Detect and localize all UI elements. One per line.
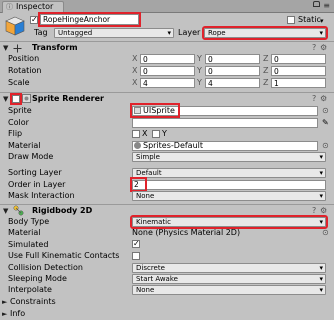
expand-triangle-icon[interactable]: ▼ [3, 94, 8, 104]
order-in-layer-label: Order in Layer [8, 180, 66, 189]
flip-y-checkbox[interactable] [152, 130, 160, 138]
settings-icon[interactable]: ⚙ [320, 206, 327, 216]
mask-interaction-label: Mask Interaction [8, 191, 75, 200]
transform-position-z-field[interactable]: 0 [271, 54, 326, 64]
sleeping-mode-label: Sleeping Mode [8, 274, 67, 283]
static-label: Static [298, 15, 321, 24]
transform-rotation-y-field[interactable]: 0 [205, 66, 260, 76]
static-checkbox[interactable] [287, 16, 295, 24]
menu-icon[interactable]: ≡ [323, 0, 330, 11]
info-foldout[interactable]: Info [10, 309, 25, 319]
rb-material-value: None (Physics Material 2D) [132, 228, 241, 237]
rigidbody-title: Rigidbody 2D [32, 206, 93, 215]
sorting-layer-label: Sorting Layer [8, 168, 62, 177]
sprite-renderer-enabled-checkbox[interactable] [10, 93, 22, 105]
sprite-asset-icon [134, 107, 141, 114]
flip-label: Flip [8, 129, 23, 138]
transform-icon [13, 44, 22, 53]
help-icon[interactable]: ? [312, 206, 316, 216]
help-icon[interactable]: ? [312, 94, 316, 104]
material-icon [134, 142, 141, 149]
rb-material-label: Material [8, 228, 41, 237]
axis-y-label: Y [197, 66, 202, 75]
axis-x-label: X [132, 54, 138, 63]
transform-position-x-field[interactable]: 0 [140, 54, 195, 64]
help-icon[interactable]: ? [312, 43, 316, 53]
static-dropdown[interactable]: ▾ [320, 16, 326, 25]
tag-dropdown[interactable]: Untagged [54, 28, 174, 38]
full-kinematic-label: Use Full Kinematic Contacts [8, 251, 120, 260]
order-in-layer-field[interactable] [132, 180, 326, 190]
axis-y-label: Y [197, 54, 202, 63]
layer-dropdown[interactable]: Rope [202, 26, 328, 40]
transform-position-y-field[interactable]: 0 [205, 54, 260, 64]
sprite-renderer-title: Sprite Renderer [32, 94, 104, 103]
axis-z-label: Z [263, 78, 269, 87]
axis-z-label: Z [263, 54, 269, 63]
settings-icon[interactable]: ⚙ [320, 94, 327, 104]
axis-z-label: Z [263, 66, 269, 75]
layer-label: Layer [178, 28, 201, 37]
collision-detection-label: Collision Detection [8, 263, 83, 272]
draw-mode-label: Draw Mode [8, 152, 54, 161]
expand-triangle-icon[interactable]: ▼ [3, 206, 8, 216]
mask-interaction-dropdown[interactable]: None [132, 191, 326, 201]
color-field[interactable] [132, 118, 318, 128]
draw-mode-dropdown[interactable]: Simple [132, 152, 326, 162]
sorting-layer-dropdown[interactable]: Default [132, 168, 326, 178]
material-value: Sprites-Default [143, 141, 204, 150]
order-in-layer-value: 2 [130, 177, 147, 192]
axis-y-label: Y [197, 78, 202, 87]
transform-rotation-z-field[interactable]: 0 [271, 66, 326, 76]
tag-label: Tag [34, 28, 48, 37]
transform-position-label: Position [8, 54, 40, 63]
sprite-value: UISprite [143, 106, 175, 115]
settings-icon[interactable]: ⚙ [320, 43, 327, 53]
interpolate-dropdown[interactable]: None [132, 285, 326, 295]
simulated-checkbox[interactable]: ✓ [132, 240, 140, 248]
info-icon: ⓘ [6, 3, 13, 11]
collision-detection-dropdown[interactable]: Discrete [132, 263, 326, 273]
active-checkbox[interactable]: ✓ [30, 16, 38, 24]
transform-rotation-label: Rotation [8, 66, 42, 75]
transform-title: Transform [32, 43, 78, 52]
material-label: Material [8, 141, 41, 150]
transform-scale-y-field[interactable]: 4 [205, 78, 260, 88]
collapsed-triangle-icon[interactable]: ► [2, 297, 7, 307]
interpolate-label: Interpolate [8, 285, 52, 294]
lock-icon[interactable] [313, 1, 320, 7]
constraints-foldout[interactable]: Constraints [10, 297, 56, 307]
transform-scale-label: Scale [8, 78, 30, 87]
rigidbody-icon [13, 205, 24, 216]
flip-x-checkbox[interactable] [132, 130, 140, 138]
sleeping-mode-dropdown[interactable]: Start Awake [132, 274, 326, 284]
gameobject-cube-icon [5, 16, 25, 36]
object-name-field[interactable]: RopeHingeAnchor [38, 12, 141, 27]
collapsed-triangle-icon[interactable]: ► [2, 309, 7, 319]
axis-x-label: X [132, 78, 138, 87]
transform-scale-z-field[interactable]: 1 [271, 78, 326, 88]
object-picker-icon[interactable]: ⊙ [322, 106, 329, 116]
sprite-renderer-icon [22, 94, 31, 103]
flip-x-label: X [142, 129, 148, 138]
color-label: Color [8, 118, 29, 127]
tab-inspector[interactable]: ⓘ Inspector [2, 1, 64, 13]
object-picker-icon[interactable]: ⊙ [322, 228, 329, 238]
transform-scale-x-field[interactable]: 4 [140, 78, 195, 88]
tab-label: Inspector [16, 2, 54, 11]
eyedropper-icon[interactable]: ✎ [322, 118, 329, 128]
object-picker-icon[interactable]: ⊙ [322, 141, 329, 151]
transform-rotation-x-field[interactable]: 0 [140, 66, 195, 76]
full-kinematic-checkbox[interactable] [132, 252, 140, 260]
expand-triangle-icon[interactable]: ▼ [3, 43, 8, 53]
flip-y-label: Y [162, 129, 167, 138]
axis-x-label: X [132, 66, 138, 75]
body-type-label: Body Type [8, 217, 50, 226]
body-type-dropdown[interactable]: Kinematic [130, 215, 328, 229]
simulated-label: Simulated [8, 240, 49, 249]
sprite-label: Sprite [8, 106, 32, 115]
